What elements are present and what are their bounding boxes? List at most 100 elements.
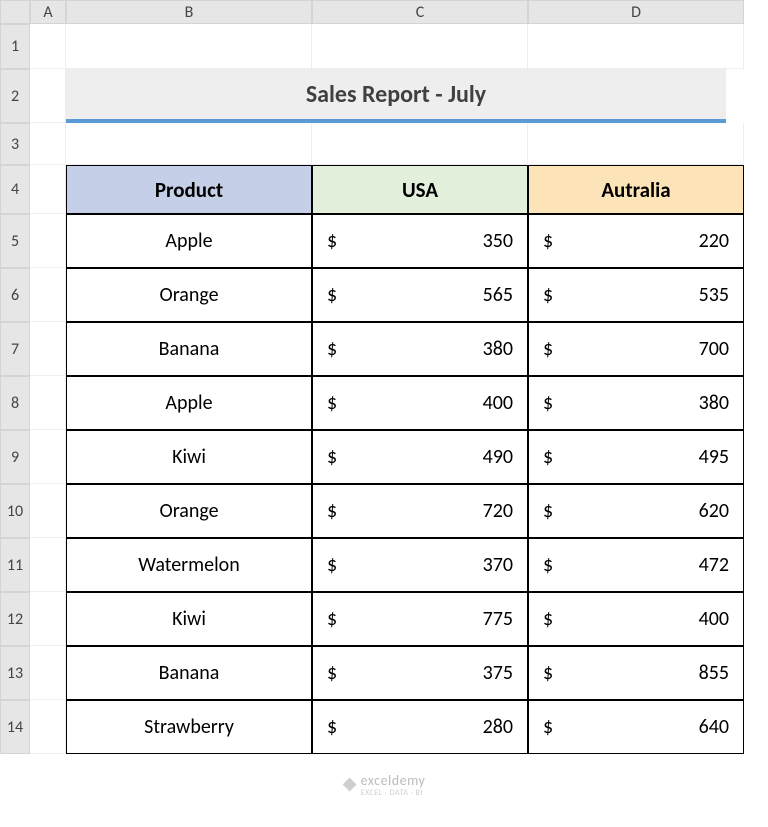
cell-value: 220 [699, 229, 729, 253]
cell-A14[interactable] [30, 700, 66, 754]
cell-product[interactable]: Banana [66, 646, 312, 700]
cell-value: 380 [699, 391, 729, 415]
watermark-brand: exceldemy [361, 772, 426, 789]
row-header-11[interactable]: 11 [0, 538, 30, 592]
row-header-2[interactable]: 2 [0, 69, 30, 123]
cell-usa[interactable]: $720 [312, 484, 528, 538]
currency-symbol: $ [543, 607, 553, 631]
cell-value: 700 [699, 337, 729, 361]
cell-aus[interactable]: $495 [528, 430, 744, 484]
cell-usa[interactable]: $370 [312, 538, 528, 592]
currency-symbol: $ [327, 229, 337, 253]
cell-A11[interactable] [30, 538, 66, 592]
currency-symbol: $ [543, 715, 553, 739]
col-header-C[interactable]: C [312, 0, 528, 24]
row-header-12[interactable]: 12 [0, 592, 30, 646]
cell-usa[interactable]: $380 [312, 322, 528, 376]
currency-symbol: $ [327, 391, 337, 415]
cell-value: 640 [699, 715, 729, 739]
cell-A8[interactable] [30, 376, 66, 430]
cell-A10[interactable] [30, 484, 66, 538]
cell-B1[interactable] [66, 24, 312, 69]
cell-aus[interactable]: $855 [528, 646, 744, 700]
report-title[interactable]: Sales Report - July [66, 69, 726, 123]
row-header-7[interactable]: 7 [0, 322, 30, 376]
currency-symbol: $ [543, 229, 553, 253]
cell-aus[interactable]: $620 [528, 484, 744, 538]
cell-aus[interactable]: $400 [528, 592, 744, 646]
cell-product[interactable]: Orange [66, 268, 312, 322]
cell-A12[interactable] [30, 592, 66, 646]
cell-aus[interactable]: $640 [528, 700, 744, 754]
cell-value: 400 [699, 607, 729, 631]
cell-product[interactable]: Apple [66, 376, 312, 430]
cell-value: 400 [483, 391, 513, 415]
row-header-8[interactable]: 8 [0, 376, 30, 430]
cell-aus[interactable]: $700 [528, 322, 744, 376]
currency-symbol: $ [543, 553, 553, 577]
cell-C3[interactable] [312, 123, 528, 165]
currency-symbol: $ [543, 283, 553, 307]
cell-A9[interactable] [30, 430, 66, 484]
table-header-australia[interactable]: Autralia [528, 165, 744, 214]
cell-A13[interactable] [30, 646, 66, 700]
row-header-10[interactable]: 10 [0, 484, 30, 538]
row-header-6[interactable]: 6 [0, 268, 30, 322]
cell-A6[interactable] [30, 268, 66, 322]
cell-A4[interactable] [30, 165, 66, 214]
cell-value: 370 [483, 553, 513, 577]
currency-symbol: $ [543, 499, 553, 523]
cell-value: 490 [483, 445, 513, 469]
row-header-13[interactable]: 13 [0, 646, 30, 700]
cell-usa[interactable]: $375 [312, 646, 528, 700]
row-header-14[interactable]: 14 [0, 700, 30, 754]
cell-C1[interactable] [312, 24, 528, 69]
cell-usa[interactable]: $565 [312, 268, 528, 322]
cell-product[interactable]: Banana [66, 322, 312, 376]
cell-A2[interactable] [30, 69, 66, 123]
table-header-product[interactable]: Product [66, 165, 312, 214]
col-header-A[interactable]: A [30, 0, 66, 24]
cell-A3[interactable] [30, 123, 66, 165]
cell-D1[interactable] [528, 24, 744, 69]
cell-product[interactable]: Kiwi [66, 430, 312, 484]
row-header-5[interactable]: 5 [0, 214, 30, 268]
row-header-9[interactable]: 9 [0, 430, 30, 484]
currency-symbol: $ [327, 553, 337, 577]
cell-B3[interactable] [66, 123, 312, 165]
row-header-1[interactable]: 1 [0, 24, 30, 69]
cell-aus[interactable]: $380 [528, 376, 744, 430]
select-all-corner[interactable] [0, 0, 30, 24]
cell-value: 535 [699, 283, 729, 307]
cell-product[interactable]: Watermelon [66, 538, 312, 592]
cell-usa[interactable]: $280 [312, 700, 528, 754]
cell-aus[interactable]: $220 [528, 214, 744, 268]
cell-value: 495 [699, 445, 729, 469]
currency-symbol: $ [543, 391, 553, 415]
cell-value: 380 [483, 337, 513, 361]
cell-aus[interactable]: $472 [528, 538, 744, 592]
cell-A7[interactable] [30, 322, 66, 376]
col-header-D[interactable]: D [528, 0, 744, 24]
cell-product[interactable]: Strawberry [66, 700, 312, 754]
row-header-3[interactable]: 3 [0, 123, 30, 165]
currency-symbol: $ [327, 499, 337, 523]
cell-aus[interactable]: $535 [528, 268, 744, 322]
cell-A1[interactable] [30, 24, 66, 69]
cell-usa[interactable]: $400 [312, 376, 528, 430]
cell-product[interactable]: Kiwi [66, 592, 312, 646]
currency-symbol: $ [327, 607, 337, 631]
table-header-usa[interactable]: USA [312, 165, 528, 214]
cell-usa[interactable]: $350 [312, 214, 528, 268]
watermark-icon [343, 778, 357, 792]
cell-value: 855 [699, 661, 729, 685]
cell-product[interactable]: Orange [66, 484, 312, 538]
cell-product[interactable]: Apple [66, 214, 312, 268]
cell-A5[interactable] [30, 214, 66, 268]
cell-usa[interactable]: $775 [312, 592, 528, 646]
row-header-4[interactable]: 4 [0, 165, 30, 214]
col-header-B[interactable]: B [66, 0, 312, 24]
currency-symbol: $ [327, 283, 337, 307]
cell-usa[interactable]: $490 [312, 430, 528, 484]
cell-D3[interactable] [528, 123, 744, 165]
